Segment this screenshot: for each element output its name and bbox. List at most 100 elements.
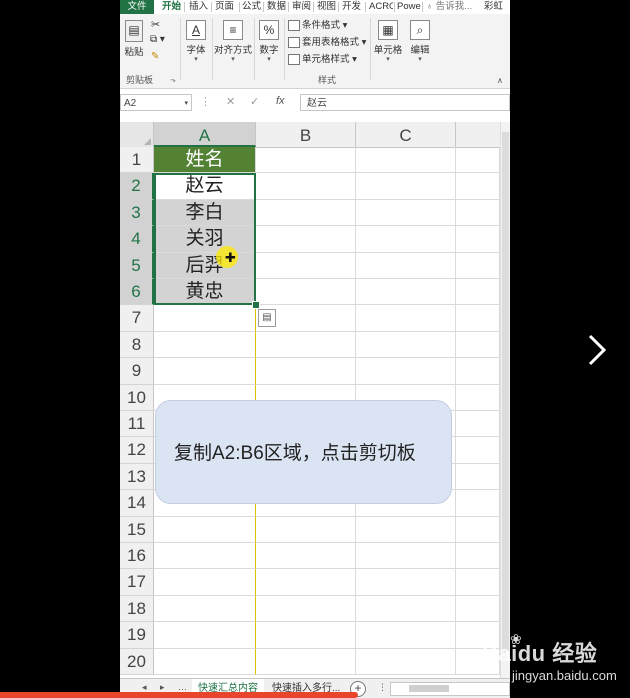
column-header-c[interactable]: C bbox=[356, 122, 456, 147]
row-header[interactable]: 12 bbox=[120, 437, 154, 464]
cell[interactable] bbox=[154, 331, 256, 359]
cell[interactable] bbox=[256, 516, 356, 543]
row-header[interactable]: 4 bbox=[120, 226, 154, 253]
row-header[interactable]: 16 bbox=[120, 543, 154, 570]
select-all-button[interactable] bbox=[120, 122, 154, 147]
cell-a3[interactable]: 李白 bbox=[154, 199, 256, 227]
paste-button[interactable]: ▤ 粘贴 bbox=[122, 20, 146, 58]
alignment-button[interactable]: ≡ 对齐方式 ▾ bbox=[214, 20, 252, 64]
row-header[interactable]: 1 bbox=[120, 147, 154, 174]
tab-view[interactable]: 视图 bbox=[317, 0, 336, 14]
cell[interactable] bbox=[456, 199, 500, 227]
cell[interactable] bbox=[356, 516, 456, 543]
tab-insert[interactable]: 插入 bbox=[189, 0, 208, 14]
cut-icon[interactable]: ✂ bbox=[151, 18, 160, 31]
vertical-scrollbar[interactable] bbox=[500, 122, 510, 678]
cell[interactable] bbox=[256, 226, 356, 253]
video-progress-bar[interactable] bbox=[0, 692, 358, 698]
name-box[interactable]: A2 ▾ bbox=[120, 94, 192, 111]
insert-function-icon[interactable]: fx bbox=[276, 95, 285, 107]
column-header-d[interactable] bbox=[456, 122, 500, 147]
cell[interactable] bbox=[456, 437, 500, 464]
cell[interactable] bbox=[256, 569, 356, 596]
row-header[interactable]: 13 bbox=[120, 463, 154, 491]
cell[interactable] bbox=[154, 305, 256, 332]
cell[interactable] bbox=[256, 648, 356, 675]
row-header[interactable]: 5 bbox=[120, 252, 154, 279]
cell[interactable] bbox=[154, 358, 256, 385]
cell[interactable] bbox=[154, 569, 256, 596]
cell[interactable] bbox=[456, 331, 500, 359]
row-header[interactable]: 19 bbox=[120, 622, 154, 649]
tab-review[interactable]: 审阅 bbox=[292, 0, 311, 14]
row-header[interactable]: 11 bbox=[120, 411, 154, 438]
cell[interactable] bbox=[256, 622, 356, 649]
table-format-button[interactable]: 套用表格格式 ▾ bbox=[288, 36, 366, 50]
row-header[interactable]: 10 bbox=[120, 384, 154, 411]
cell[interactable] bbox=[356, 331, 456, 359]
tab-data[interactable]: 数据 bbox=[267, 0, 286, 14]
cell[interactable] bbox=[356, 648, 456, 675]
edit-button[interactable]: ⌕ 编辑 ▾ bbox=[406, 20, 434, 64]
row-header[interactable]: 2 bbox=[120, 173, 154, 200]
tab-power[interactable]: Powe bbox=[397, 0, 421, 14]
cell[interactable] bbox=[256, 543, 356, 570]
cell[interactable] bbox=[356, 226, 456, 253]
quick-analysis-icon[interactable]: ▤ bbox=[258, 309, 276, 327]
enter-icon[interactable]: ✓ bbox=[250, 95, 259, 108]
cell[interactable] bbox=[356, 173, 456, 200]
more-options-icon[interactable]: ⋮ bbox=[378, 682, 387, 693]
cell[interactable] bbox=[256, 358, 356, 385]
cell[interactable] bbox=[356, 252, 456, 279]
cell[interactable] bbox=[456, 411, 500, 438]
cell[interactable] bbox=[356, 622, 456, 649]
cell[interactable] bbox=[456, 490, 500, 517]
next-arrow-icon[interactable] bbox=[582, 330, 612, 370]
cell[interactable] bbox=[256, 199, 356, 227]
cell[interactable] bbox=[256, 147, 356, 174]
cell[interactable] bbox=[256, 173, 356, 200]
row-header[interactable]: 8 bbox=[120, 331, 154, 359]
cell-a6[interactable]: 黄忠 bbox=[154, 279, 256, 306]
tab-page-layout[interactable]: 页面 bbox=[215, 0, 237, 14]
cell[interactable] bbox=[356, 147, 456, 174]
cell[interactable] bbox=[456, 358, 500, 385]
number-button[interactable]: % 数字 ▾ bbox=[256, 20, 282, 64]
row-header[interactable]: 18 bbox=[120, 595, 154, 623]
cell[interactable] bbox=[154, 516, 256, 543]
column-header-b[interactable]: B bbox=[256, 122, 356, 147]
clipboard-launcher-icon[interactable]: ⬎ bbox=[170, 76, 176, 84]
cell[interactable] bbox=[154, 648, 256, 675]
cell-style-button[interactable]: 单元格样式 ▾ bbox=[288, 53, 357, 67]
cell[interactable] bbox=[356, 199, 456, 227]
tab-acrobat[interactable]: ACRO bbox=[369, 0, 393, 14]
cell-a1[interactable]: 姓名 bbox=[154, 147, 256, 174]
cell[interactable] bbox=[256, 279, 356, 306]
cell[interactable] bbox=[456, 595, 500, 623]
row-header[interactable]: 7 bbox=[120, 305, 154, 332]
cell[interactable] bbox=[456, 543, 500, 570]
cell[interactable] bbox=[456, 147, 500, 174]
conditional-format-button[interactable]: 条件格式 ▾ bbox=[288, 19, 347, 33]
cells-button[interactable]: ▦ 单元格 ▾ bbox=[372, 20, 404, 64]
row-header[interactable]: 3 bbox=[120, 199, 154, 227]
cell[interactable] bbox=[154, 543, 256, 570]
font-button[interactable]: A 字体 ▾ bbox=[183, 20, 209, 64]
cell[interactable] bbox=[356, 595, 456, 623]
cell[interactable] bbox=[256, 252, 356, 279]
copy-icon[interactable]: ⧉ ▾ bbox=[150, 34, 165, 45]
tab-home[interactable]: 开始 bbox=[162, 0, 181, 14]
row-header[interactable]: 20 bbox=[120, 648, 154, 675]
cell-a4[interactable]: 关羽 bbox=[154, 226, 256, 253]
cell[interactable] bbox=[456, 173, 500, 200]
tab-formulas[interactable]: 公式 bbox=[242, 0, 261, 14]
cell[interactable] bbox=[154, 622, 256, 649]
row-header[interactable]: 9 bbox=[120, 358, 154, 385]
cell[interactable] bbox=[256, 331, 356, 359]
cell[interactable] bbox=[356, 279, 456, 306]
cell[interactable] bbox=[356, 305, 456, 332]
column-header-a[interactable]: A bbox=[154, 122, 256, 147]
more-sheets-icon[interactable]: … bbox=[178, 682, 187, 692]
cell[interactable] bbox=[456, 463, 500, 491]
cell[interactable] bbox=[456, 569, 500, 596]
